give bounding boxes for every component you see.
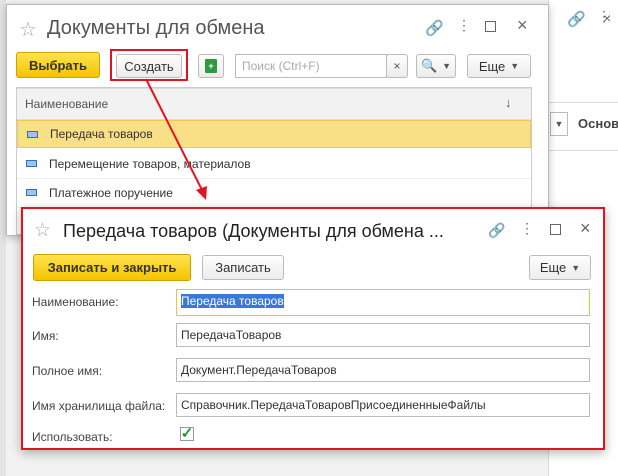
full-name-field[interactable]: Документ.ПередачаТоваров — [176, 358, 590, 382]
link-icon[interactable]: 🔗 — [567, 10, 586, 28]
column-header-name[interactable]: Наименование — [25, 97, 108, 111]
checkmark-icon: ✓ — [180, 425, 194, 442]
background-divider — [548, 102, 618, 103]
chevron-down-icon: ▼ — [571, 262, 581, 273]
favorite-star-icon[interactable]: ☆ — [19, 17, 37, 42]
excel-icon: + — [205, 59, 217, 73]
link-icon[interactable]: 🔗 — [488, 222, 505, 239]
field-label-use: Использовать: — [32, 430, 113, 444]
table-row[interactable]: Передача товаров — [17, 120, 531, 148]
maximize-icon[interactable] — [485, 21, 496, 32]
close-icon[interactable]: × — [580, 218, 591, 239]
row-label: Перемещение товаров, материалов — [49, 156, 251, 171]
excel-export-button[interactable]: + — [198, 54, 224, 78]
id-field[interactable]: ПередачаТоваров — [176, 323, 590, 347]
background-divider — [548, 150, 618, 151]
chevron-down-icon: ▼ — [442, 61, 452, 71]
table-row[interactable]: Платежное поручение — [17, 178, 531, 208]
table-row[interactable]: Перемещение товаров, материалов — [17, 149, 531, 179]
row-label: Передача товаров — [50, 127, 153, 141]
save-button[interactable]: Записать — [202, 255, 284, 280]
more-label: Еще — [539, 260, 567, 275]
search-button[interactable]: 🔍 ▼ — [416, 54, 456, 78]
search-input[interactable]: Поиск (Ctrl+F) — [235, 54, 387, 78]
create-button[interactable]: Создать — [116, 54, 182, 78]
close-icon-bg[interactable]: × — [603, 10, 611, 26]
save-and-close-button[interactable]: Записать и закрыть — [33, 254, 191, 281]
storage-field[interactable]: Справочник.ПередачаТоваровПрисоединенные… — [176, 393, 590, 417]
background-label: Основ — [578, 116, 618, 131]
more-actions-icon[interactable]: ⋮ — [457, 17, 471, 34]
search-icon: 🔍 — [420, 58, 438, 73]
document-icon — [27, 130, 38, 138]
search-clear-button[interactable]: × — [386, 54, 408, 78]
favorite-star-icon[interactable]: ☆ — [34, 219, 51, 242]
more-label: Еще — [478, 58, 506, 74]
select-button[interactable]: Выбрать — [16, 52, 100, 78]
name-field[interactable]: Передача товаров — [176, 289, 590, 316]
document-icon — [26, 189, 37, 196]
field-label-id: Имя: — [32, 329, 59, 343]
field-label-full-name: Полное имя: — [32, 364, 103, 378]
more-button[interactable]: Еще ▼ — [467, 54, 531, 78]
more-button[interactable]: Еще ▼ — [529, 255, 591, 280]
name-field-value: Передача товаров — [181, 294, 284, 308]
list-window-title: Документы для обмена — [47, 17, 265, 39]
field-label-storage: Имя хранилища файла: — [32, 399, 166, 413]
more-actions-icon[interactable]: ⋮ — [520, 220, 534, 237]
chevron-down-icon: ▼ — [510, 61, 520, 71]
close-icon[interactable]: × — [517, 15, 528, 36]
use-checkbox[interactable]: ✓ — [180, 425, 194, 442]
row-label: Платежное поручение — [49, 185, 173, 200]
background-dropdown-button[interactable]: ▼ — [550, 112, 568, 136]
element-form-window: ☆ Передача товаров (Документы для обмена… — [21, 207, 605, 450]
maximize-icon[interactable] — [550, 224, 561, 235]
field-label-name: Наименование: — [32, 295, 119, 309]
sort-arrow-icon: ↓ — [505, 95, 512, 110]
table-header[interactable]: Наименование ↓ — [17, 88, 531, 120]
form-window-title: Передача товаров (Документы для обмена .… — [63, 221, 444, 241]
document-icon — [26, 160, 37, 167]
documents-list-window: ☆ Документы для обмена 🔗 ⋮ × Выбрать Соз… — [6, 4, 549, 236]
link-icon[interactable]: 🔗 — [425, 19, 444, 37]
